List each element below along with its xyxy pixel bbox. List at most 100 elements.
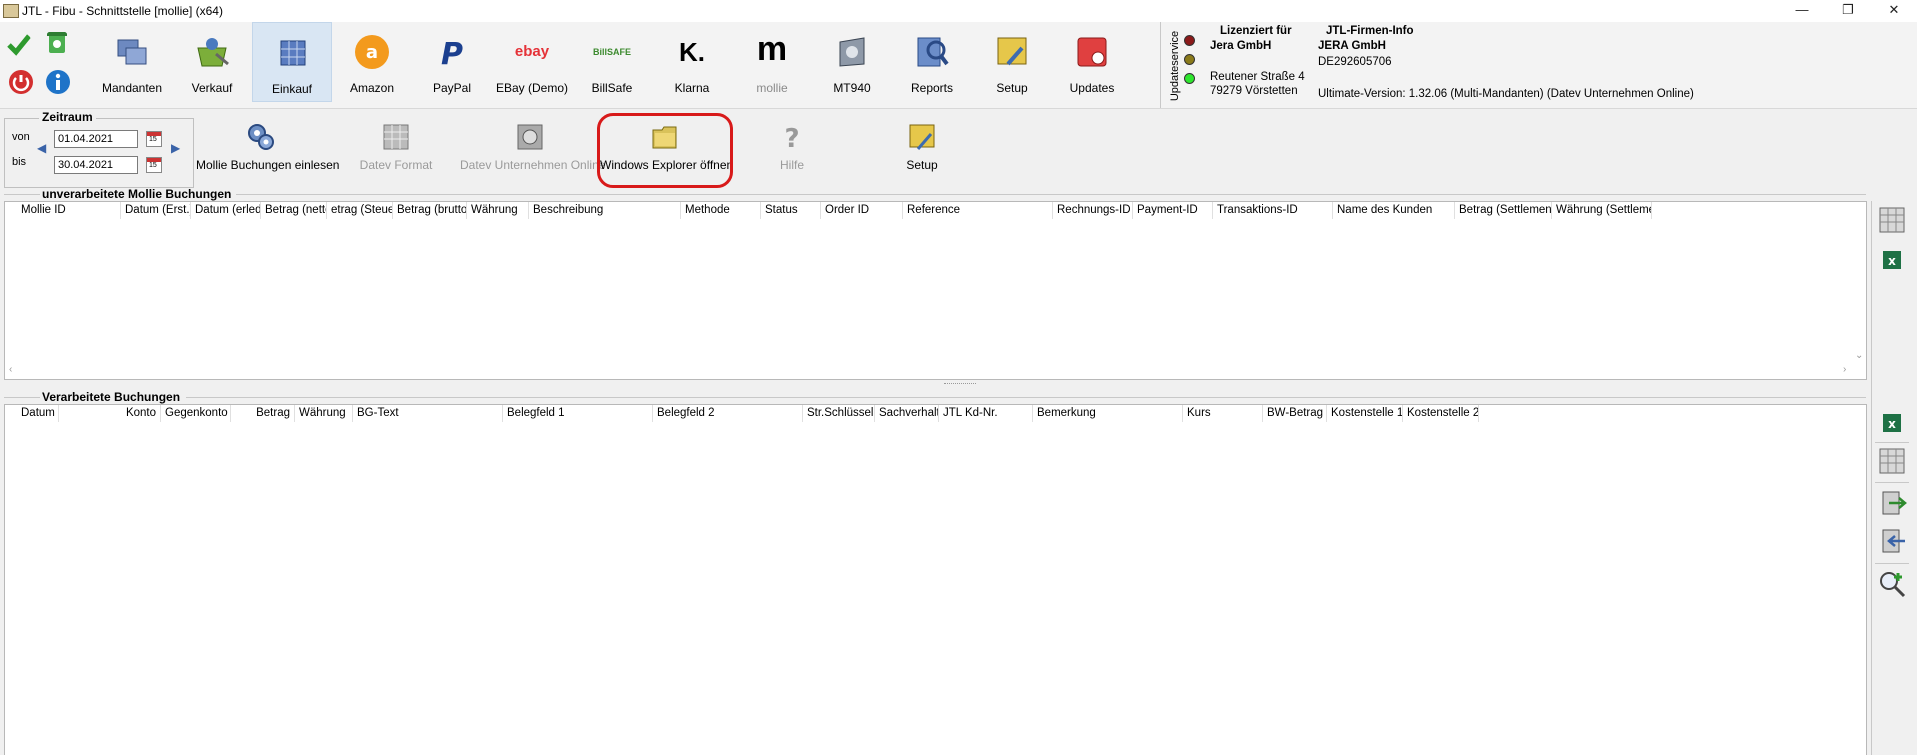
module-klarna-button[interactable]: K. Klarna [652,22,732,102]
module-setup-button[interactable]: Setup [972,22,1052,102]
minimize-button[interactable]: — [1779,0,1825,22]
hilfe-button[interactable]: ? Hilfe [752,118,832,190]
column-header[interactable]: Datum (Erst.) [121,202,191,219]
side-separator [1875,442,1909,443]
firm-company: JERA GmbH [1318,40,1386,52]
column-header[interactable]: Methode [681,202,761,219]
von-label: von [12,131,30,143]
column-header[interactable]: Konto [59,405,161,422]
von-calendar-icon[interactable]: 15 [146,131,162,147]
processed-grid[interactable]: Datum Konto Gegenkonto Betrag Währung BG… [4,404,1867,755]
mollie-buchungen-einlesen-button[interactable]: Mollie Buchungen einlesen [196,118,339,190]
column-header[interactable]: Betrag (brutto) [393,202,467,219]
scroll-left-icon[interactable]: ‹ [9,364,12,375]
app-icon [3,4,19,18]
column-header[interactable]: Datum [17,405,59,422]
module-label: EBay (Demo) [495,81,569,95]
checkmark-icon[interactable] [6,31,32,57]
unprocessed-grid[interactable]: Mollie ID Datum (Erst.) Datum (erledi Be… [4,201,1867,380]
svg-text:a: a [366,42,378,63]
column-header[interactable]: Order ID [821,202,903,219]
column-header[interactable]: Betrag (netto) [261,202,327,219]
amazon-icon: a [355,35,389,69]
status-led-red [1184,35,1195,46]
column-header[interactable]: Belegfeld 2 [653,405,803,422]
column-header[interactable]: etrag (Steuer) [327,202,393,219]
unprocessed-section-title: unverarbeitete Mollie Buchungen [42,187,232,201]
status-led-green [1184,73,1195,84]
module-mollie-button[interactable]: m mollie [732,22,812,102]
svg-text:P: P [441,37,463,70]
datev-unternehmen-online-button[interactable]: Datev Unternehmen Online [460,118,605,190]
next-period-arrow-icon[interactable]: ▶ [171,141,180,155]
module-amazon-button[interactable]: a Amazon [332,22,412,102]
setup-action-button[interactable]: Setup [882,118,962,190]
excel-export-icon[interactable]: x [1877,245,1907,275]
import-door-icon[interactable] [1877,488,1907,518]
column-header[interactable]: BW-Betrag [1263,405,1327,422]
column-header[interactable]: Betrag [231,405,295,422]
highlight-annotation [597,113,733,188]
module-label: Verkauf [191,81,233,95]
column-header[interactable]: Mollie ID [17,202,121,219]
column-header[interactable]: Rechnungs-ID [1053,202,1133,219]
section-line [186,397,1866,398]
column-header[interactable]: Status [761,202,821,219]
side-toolbar [1871,201,1912,755]
excel-export-icon[interactable]: x [1877,408,1907,438]
module-billsafe-button[interactable]: BillSAFE BillSafe [572,22,652,102]
bis-date-input[interactable] [54,156,138,174]
mollie-icon: m [756,30,788,68]
module-einkauf-button[interactable]: Einkauf [252,22,332,102]
power-icon[interactable] [8,69,34,95]
paypal-icon: P [441,37,463,70]
info-icon[interactable] [45,69,71,95]
column-header[interactable]: Reference [903,202,1053,219]
column-header[interactable]: Währung (Settlemer [1552,202,1652,219]
csv-export-icon[interactable] [1877,205,1907,235]
column-header[interactable]: Transaktions-ID [1213,202,1333,219]
splitter-handle[interactable] [944,383,976,387]
column-header[interactable]: BG-Text [353,405,503,422]
datev-format-button[interactable]: Datev Format [350,118,442,190]
column-header[interactable]: Name des Kunden [1333,202,1455,219]
column-header[interactable]: Belegfeld 1 [503,405,653,422]
bis-calendar-icon[interactable]: 15 [146,157,162,173]
module-updates-button[interactable]: Updates [1052,22,1132,102]
column-header[interactable]: Bemerkung [1033,405,1183,422]
module-label: Einkauf [271,82,313,96]
close-window-button[interactable]: ✕ [1871,0,1917,22]
column-header[interactable]: Sachverhalt [875,405,939,422]
column-header[interactable]: Datum (erledi [191,202,261,219]
scroll-right-icon[interactable]: › [1843,364,1846,375]
module-mt940-button[interactable]: MT940 [812,22,892,102]
column-header[interactable]: Kurs [1183,405,1263,422]
module-label: PayPal [432,81,472,95]
mt940-icon [839,37,865,67]
scroll-down-icon[interactable]: ⌄ [1855,350,1863,361]
module-mandanten-button[interactable]: Mandanten [92,22,172,102]
column-header[interactable]: Gegenkonto [161,405,231,422]
export-door-icon[interactable] [1877,526,1907,556]
column-header[interactable]: Betrag (Settlement) [1455,202,1552,219]
column-header[interactable]: Str.Schlüssel [803,405,875,422]
recycle-icon[interactable] [44,29,70,55]
search-add-icon[interactable] [1877,569,1907,599]
module-verkauf-button[interactable]: Verkauf [172,22,252,102]
module-paypal-button[interactable]: P PayPal [412,22,492,102]
column-header[interactable]: Beschreibung [529,202,681,219]
column-header[interactable]: Kostenstelle 2 [1403,405,1479,422]
license-city: 79279 Vörstetten [1210,85,1298,97]
column-header[interactable]: Währung [467,202,529,219]
prev-period-arrow-icon[interactable]: ◀ [37,141,46,155]
module-ebay-button[interactable]: ebay EBay (Demo) [492,22,572,102]
maximize-button[interactable]: ❐ [1825,0,1871,22]
csv-export-icon[interactable] [1877,446,1907,476]
module-reports-button[interactable]: Reports [892,22,972,102]
column-header[interactable]: Kostenstelle 1 [1327,405,1403,422]
column-header[interactable]: Währung [295,405,353,422]
column-header[interactable]: JTL Kd-Nr. [939,405,1033,422]
von-date-input[interactable] [54,130,138,148]
section-line [4,397,40,398]
column-header[interactable]: Payment-ID [1133,202,1213,219]
